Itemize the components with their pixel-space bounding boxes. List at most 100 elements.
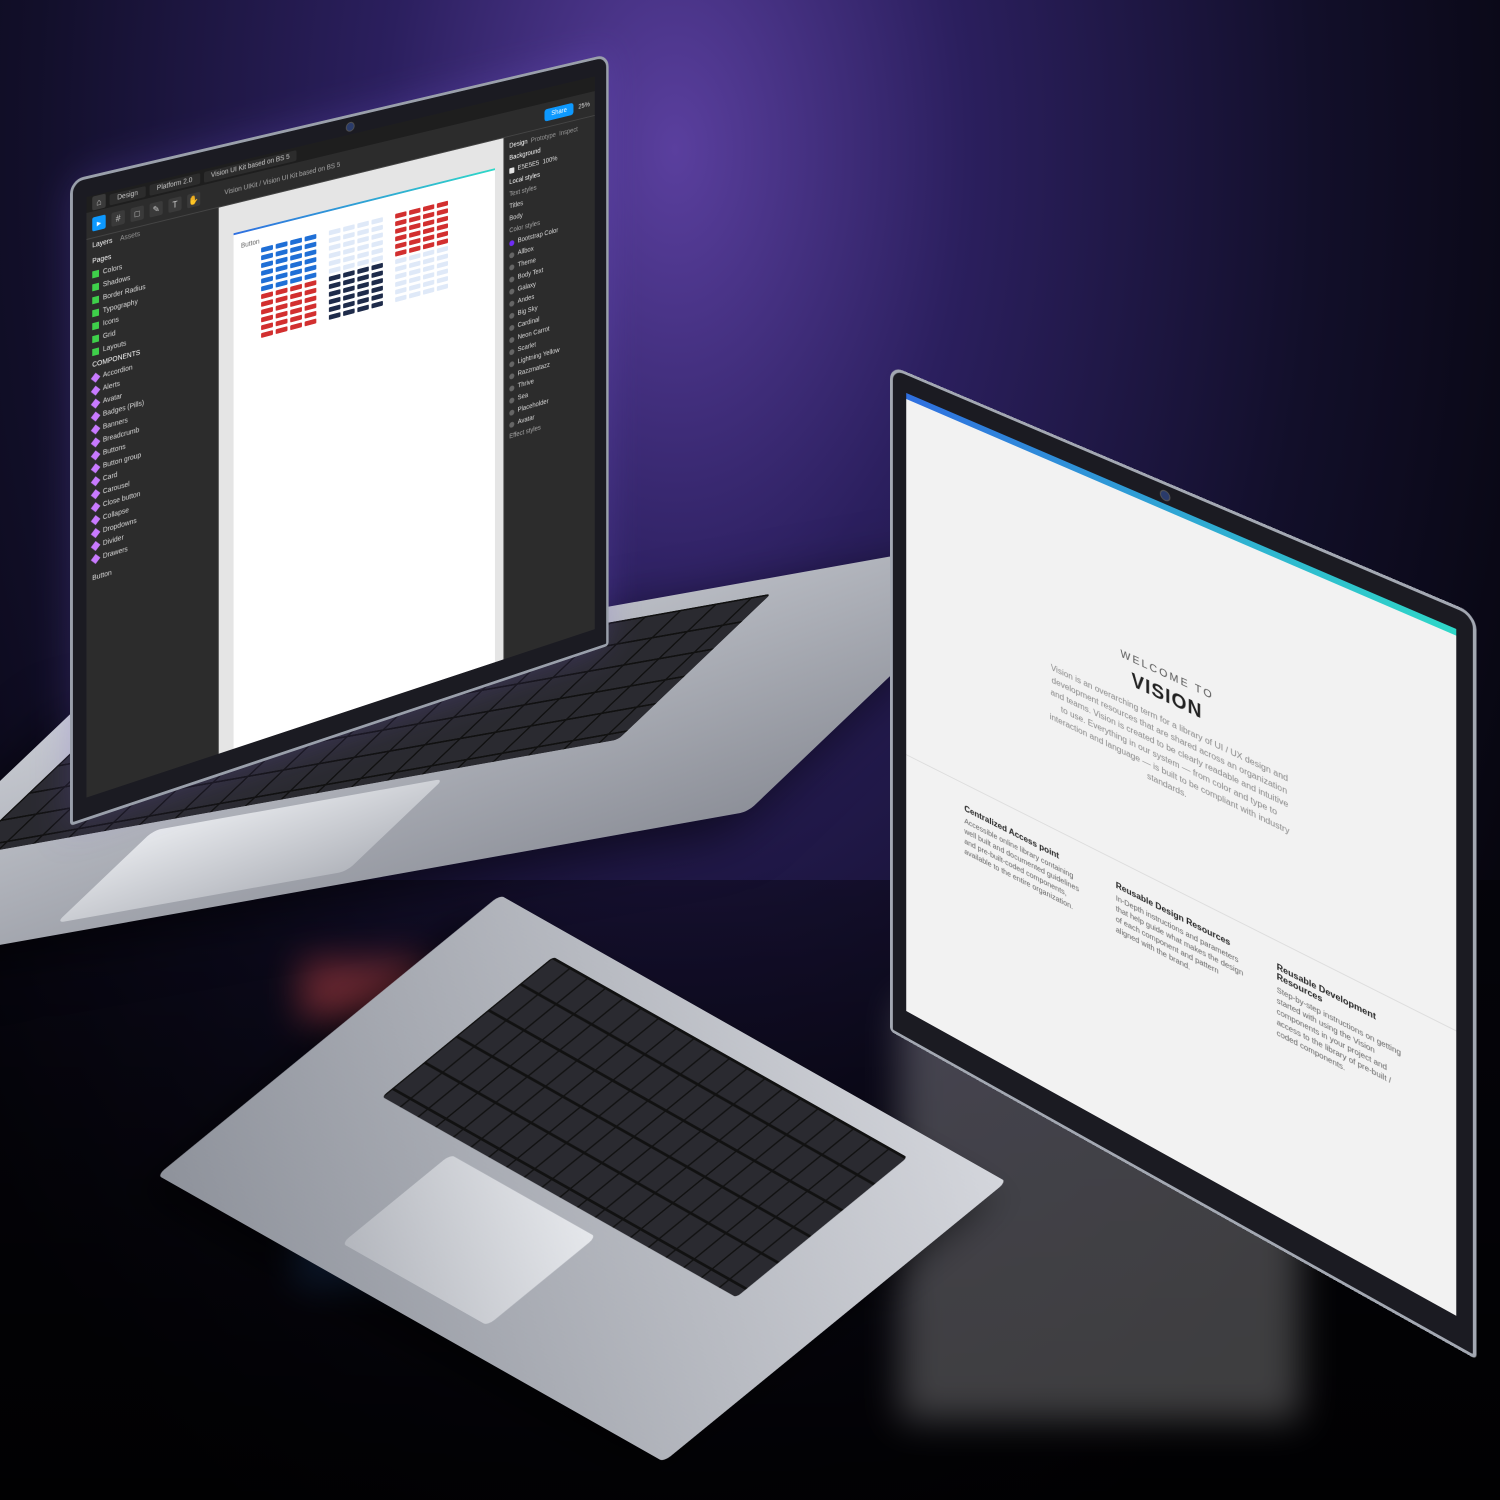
button-sample[interactable] bbox=[357, 228, 368, 236]
button-sample[interactable] bbox=[261, 284, 273, 292]
button-sample[interactable] bbox=[305, 272, 317, 280]
button-sample[interactable] bbox=[290, 268, 302, 276]
button-sample[interactable] bbox=[305, 311, 317, 319]
share-button[interactable]: Share bbox=[545, 102, 574, 121]
button-sample[interactable] bbox=[395, 279, 406, 287]
button-sample[interactable] bbox=[276, 303, 288, 311]
button-sample[interactable] bbox=[409, 276, 420, 284]
button-sample[interactable] bbox=[371, 240, 382, 248]
button-sample[interactable] bbox=[357, 274, 368, 282]
button-sample[interactable] bbox=[290, 291, 302, 299]
button-sample[interactable] bbox=[343, 247, 355, 255]
button-sample[interactable] bbox=[357, 236, 368, 244]
button-sample[interactable] bbox=[437, 246, 448, 254]
button-sample[interactable] bbox=[371, 225, 382, 233]
button-sample[interactable] bbox=[290, 307, 302, 315]
button-sample[interactable] bbox=[343, 308, 355, 316]
button-sample[interactable] bbox=[343, 232, 355, 240]
button-sample[interactable] bbox=[329, 258, 341, 266]
button-sample[interactable] bbox=[357, 289, 368, 297]
button-sample[interactable] bbox=[305, 295, 317, 303]
button-sample[interactable] bbox=[371, 286, 382, 294]
button-sample[interactable] bbox=[395, 287, 406, 295]
button-sample[interactable] bbox=[395, 226, 406, 234]
button-sample[interactable] bbox=[437, 283, 448, 291]
button-sample[interactable] bbox=[343, 278, 355, 286]
button-sample[interactable] bbox=[343, 270, 355, 278]
button-sample[interactable] bbox=[329, 266, 341, 274]
button-sample[interactable] bbox=[305, 280, 317, 288]
button-sample[interactable] bbox=[371, 263, 382, 271]
button-sample[interactable] bbox=[371, 301, 382, 309]
shape-tool-icon[interactable]: □ bbox=[131, 205, 144, 222]
button-sample[interactable] bbox=[329, 274, 341, 282]
button-sample[interactable] bbox=[395, 241, 406, 249]
button-sample[interactable] bbox=[423, 212, 434, 220]
button-sample[interactable] bbox=[437, 216, 448, 224]
button-sample[interactable] bbox=[290, 322, 302, 330]
button-sample[interactable] bbox=[395, 272, 406, 280]
button-sample[interactable] bbox=[261, 330, 273, 338]
button-sample[interactable] bbox=[329, 304, 341, 312]
button-sample[interactable] bbox=[305, 288, 317, 296]
button-sample[interactable] bbox=[395, 294, 406, 302]
button-sample[interactable] bbox=[423, 264, 434, 272]
button-sample[interactable] bbox=[290, 237, 302, 245]
button-sample[interactable] bbox=[423, 249, 434, 257]
button-sample[interactable] bbox=[437, 253, 448, 261]
button-sample[interactable] bbox=[290, 276, 302, 284]
button-sample[interactable] bbox=[261, 245, 273, 253]
button-sample[interactable] bbox=[423, 227, 434, 235]
button-sample[interactable] bbox=[305, 265, 317, 273]
button-sample[interactable] bbox=[261, 253, 273, 261]
button-sample[interactable] bbox=[357, 251, 368, 259]
button-sample[interactable] bbox=[371, 217, 382, 225]
button-sample[interactable] bbox=[276, 280, 288, 288]
button-sample[interactable] bbox=[423, 242, 434, 250]
button-sample[interactable] bbox=[276, 272, 288, 280]
button-sample[interactable] bbox=[437, 238, 448, 246]
button-sample[interactable] bbox=[329, 297, 341, 305]
button-sample[interactable] bbox=[329, 228, 341, 236]
button-sample[interactable] bbox=[409, 208, 420, 216]
button-sample[interactable] bbox=[437, 201, 448, 209]
button-sample[interactable] bbox=[329, 289, 341, 297]
button-sample[interactable] bbox=[343, 239, 355, 247]
button-sample[interactable] bbox=[290, 284, 302, 292]
button-sample[interactable] bbox=[329, 251, 341, 259]
button-sample[interactable] bbox=[409, 253, 420, 261]
figma-canvas[interactable]: Button bbox=[219, 138, 504, 755]
button-sample[interactable] bbox=[357, 282, 368, 290]
button-sample[interactable] bbox=[343, 301, 355, 309]
button-sample[interactable] bbox=[261, 260, 273, 268]
button-sample[interactable] bbox=[290, 261, 302, 269]
button-sample[interactable] bbox=[261, 291, 273, 299]
button-sample[interactable] bbox=[437, 231, 448, 239]
button-sample[interactable] bbox=[409, 245, 420, 253]
button-sample[interactable] bbox=[276, 295, 288, 303]
text-tool-icon[interactable]: T bbox=[168, 196, 181, 213]
button-sample[interactable] bbox=[357, 305, 368, 313]
button-sample[interactable] bbox=[290, 253, 302, 261]
button-sample[interactable] bbox=[409, 283, 420, 291]
button-sample[interactable] bbox=[423, 257, 434, 265]
button-sample[interactable] bbox=[357, 259, 368, 267]
button-sample[interactable] bbox=[329, 235, 341, 243]
button-frame[interactable]: Button bbox=[234, 168, 495, 750]
button-sample[interactable] bbox=[305, 242, 317, 250]
button-sample[interactable] bbox=[357, 266, 368, 274]
button-sample[interactable] bbox=[343, 255, 355, 263]
button-sample[interactable] bbox=[276, 311, 288, 319]
button-sample[interactable] bbox=[423, 287, 434, 295]
button-sample[interactable] bbox=[261, 299, 273, 307]
button-sample[interactable] bbox=[357, 243, 368, 251]
button-sample[interactable] bbox=[329, 281, 341, 289]
button-sample[interactable] bbox=[290, 315, 302, 323]
button-sample[interactable] bbox=[371, 270, 382, 278]
button-sample[interactable] bbox=[371, 248, 382, 256]
button-sample[interactable] bbox=[276, 241, 288, 249]
pen-tool-icon[interactable]: ✎ bbox=[150, 201, 163, 218]
button-sample[interactable] bbox=[423, 272, 434, 280]
button-sample[interactable] bbox=[437, 223, 448, 231]
button-sample[interactable] bbox=[409, 223, 420, 231]
